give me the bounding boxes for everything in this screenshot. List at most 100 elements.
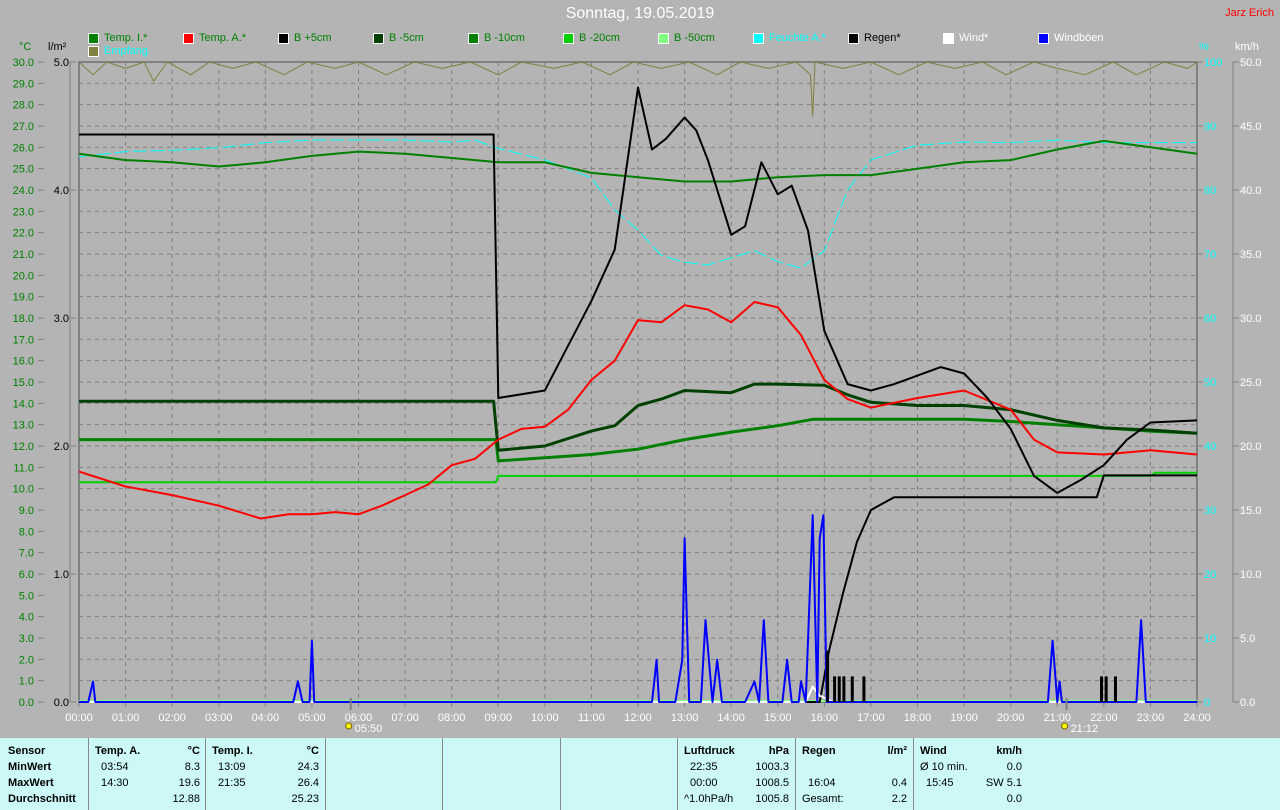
rain-tick-label: 1.0	[54, 569, 69, 581]
wind-avg: 0.0	[1006, 761, 1022, 773]
temp-i-min-time: 13:09	[218, 761, 246, 773]
temp-tick-label: 9.0	[19, 505, 34, 517]
temp-i-max-time: 21:35	[218, 777, 246, 789]
wind-tick-label: 45.0	[1240, 121, 1261, 133]
x-tick-label: 16:00	[811, 712, 839, 724]
temp-tick-label: 3.0	[19, 633, 34, 645]
wind-header: Wind	[920, 745, 947, 757]
temp-tick-label: 5.0	[19, 590, 34, 602]
temp-i-min: 24.3	[297, 761, 319, 773]
x-tick-label: 19:00	[950, 712, 978, 724]
sunset-icon	[1061, 722, 1069, 730]
temp-i-header: Temp. I.	[212, 745, 253, 757]
humidity-tick-label: 30	[1204, 505, 1216, 517]
x-tick-label: 02:00	[158, 712, 186, 724]
temp-a-max-time: 14:30	[101, 777, 129, 789]
temp-tick-label: 21.0	[13, 249, 34, 261]
humidity-tick-label: 80	[1204, 185, 1216, 197]
humidity-tick-label: 40	[1204, 441, 1216, 453]
row-label-avg: Durchschnitt	[8, 793, 76, 805]
x-tick-label: 13:00	[671, 712, 699, 724]
rain-bar	[1100, 676, 1104, 702]
rain-bar	[850, 676, 854, 702]
pressure-header: Luftdruck	[684, 745, 735, 757]
wind-tick-label: 0.0	[1240, 697, 1255, 709]
pressure-max: 1008.5	[755, 777, 789, 789]
x-tick-label: 09:00	[484, 712, 512, 724]
rain-bar	[842, 676, 846, 702]
series-regen-summe	[79, 474, 1197, 703]
temp-tick-label: 13.0	[13, 420, 34, 432]
temp-i-avg: 25.23	[291, 793, 319, 805]
temp-tick-label: 22.0	[13, 228, 34, 240]
temp-a-min: 8.3	[184, 761, 200, 773]
x-tick-label: 07:00	[391, 712, 419, 724]
humidity-tick-label: 20	[1204, 569, 1216, 581]
temp-tick-label: 15.0	[13, 377, 34, 389]
x-tick-label: 04:00	[252, 712, 280, 724]
rain-bar	[1113, 676, 1117, 702]
rain-tick-label: 0.0	[54, 697, 69, 709]
x-tick-label: 08:00	[438, 712, 466, 724]
temp-a-unit: °C	[187, 745, 200, 757]
pressure-avg: 1005.8	[755, 793, 789, 805]
wind-tick-label: 20.0	[1240, 441, 1261, 453]
temp-tick-label: 29.0	[13, 78, 34, 90]
stats-table: Sensor MinWert MaxWert Durchschnitt Temp…	[0, 738, 1280, 810]
wind-max: SW 5.1	[985, 777, 1022, 789]
rain-max-time: 16:04	[808, 777, 836, 789]
humidity-tick-label: 100	[1204, 57, 1222, 69]
wind-tick-label: 10.0	[1240, 569, 1261, 581]
rain-unit: l/m²	[887, 745, 907, 757]
temp-tick-label: 20.0	[13, 270, 34, 282]
temp-a-header: Temp. A.	[95, 745, 141, 757]
wind-tick-label: 35.0	[1240, 249, 1261, 261]
rain-max: 0.4	[891, 777, 907, 789]
rain-tick-label: 5.0	[54, 57, 69, 69]
pressure-max-time: 00:00	[690, 777, 718, 789]
wind-max-time: 15:45	[926, 777, 954, 789]
x-tick-label: 01:00	[112, 712, 140, 724]
humidity-tick-label: 50	[1204, 377, 1216, 389]
x-tick-label: 12:00	[624, 712, 652, 724]
wind-tick-label: 25.0	[1240, 377, 1261, 389]
humidity-tick-label: 0	[1204, 697, 1210, 709]
pressure-unit: hPa	[768, 745, 789, 757]
temp-tick-label: 11.0	[13, 462, 34, 474]
row-label-max: MaxWert	[8, 777, 54, 789]
rain-total: 2.2	[891, 793, 907, 805]
rain-tick-label: 4.0	[54, 185, 69, 197]
row-label-min: MinWert	[8, 761, 52, 773]
wind-tick-label: 30.0	[1240, 313, 1261, 325]
temp-a-min-time: 03:54	[101, 761, 129, 773]
temp-tick-label: 4.0	[19, 612, 34, 624]
humidity-tick-label: 90	[1204, 121, 1216, 133]
rain-tick-label: 3.0	[54, 313, 69, 325]
temp-tick-label: 19.0	[13, 292, 34, 304]
temp-tick-label: 2.0	[19, 654, 34, 666]
temp-tick-label: 26.0	[13, 142, 34, 154]
humidity-tick-label: 70	[1204, 249, 1216, 261]
sunrise-label: 05:50	[355, 723, 383, 735]
rain-bar	[1104, 676, 1108, 702]
temp-tick-label: 0.0	[19, 697, 34, 709]
pressure-min: 1003.3	[755, 761, 789, 773]
x-tick-label: 21:00	[1043, 712, 1071, 724]
sunset-label: 21:12	[1071, 723, 1099, 735]
temp-tick-label: 1.0	[19, 676, 34, 688]
temp-tick-label: 6.0	[19, 569, 34, 581]
x-tick-label: 10:00	[531, 712, 559, 724]
temp-tick-label: 30.0	[13, 57, 34, 69]
wind-tick-label: 5.0	[1240, 633, 1255, 645]
temp-tick-label: 25.0	[13, 164, 34, 176]
wind-avg-label: Ø 10 min.	[920, 761, 968, 773]
humidity-tick-label: 10	[1204, 633, 1216, 645]
rain-bar	[837, 676, 841, 702]
x-tick-label: 17:00	[857, 712, 885, 724]
rain-total-label: Gesamt:	[802, 793, 844, 805]
wind-tick-label: 50.0	[1240, 57, 1261, 69]
temp-a-max: 19.6	[178, 777, 200, 789]
temp-tick-label: 12.0	[13, 441, 34, 453]
temp-tick-label: 18.0	[13, 313, 34, 325]
temp-i-unit: °C	[306, 745, 319, 757]
